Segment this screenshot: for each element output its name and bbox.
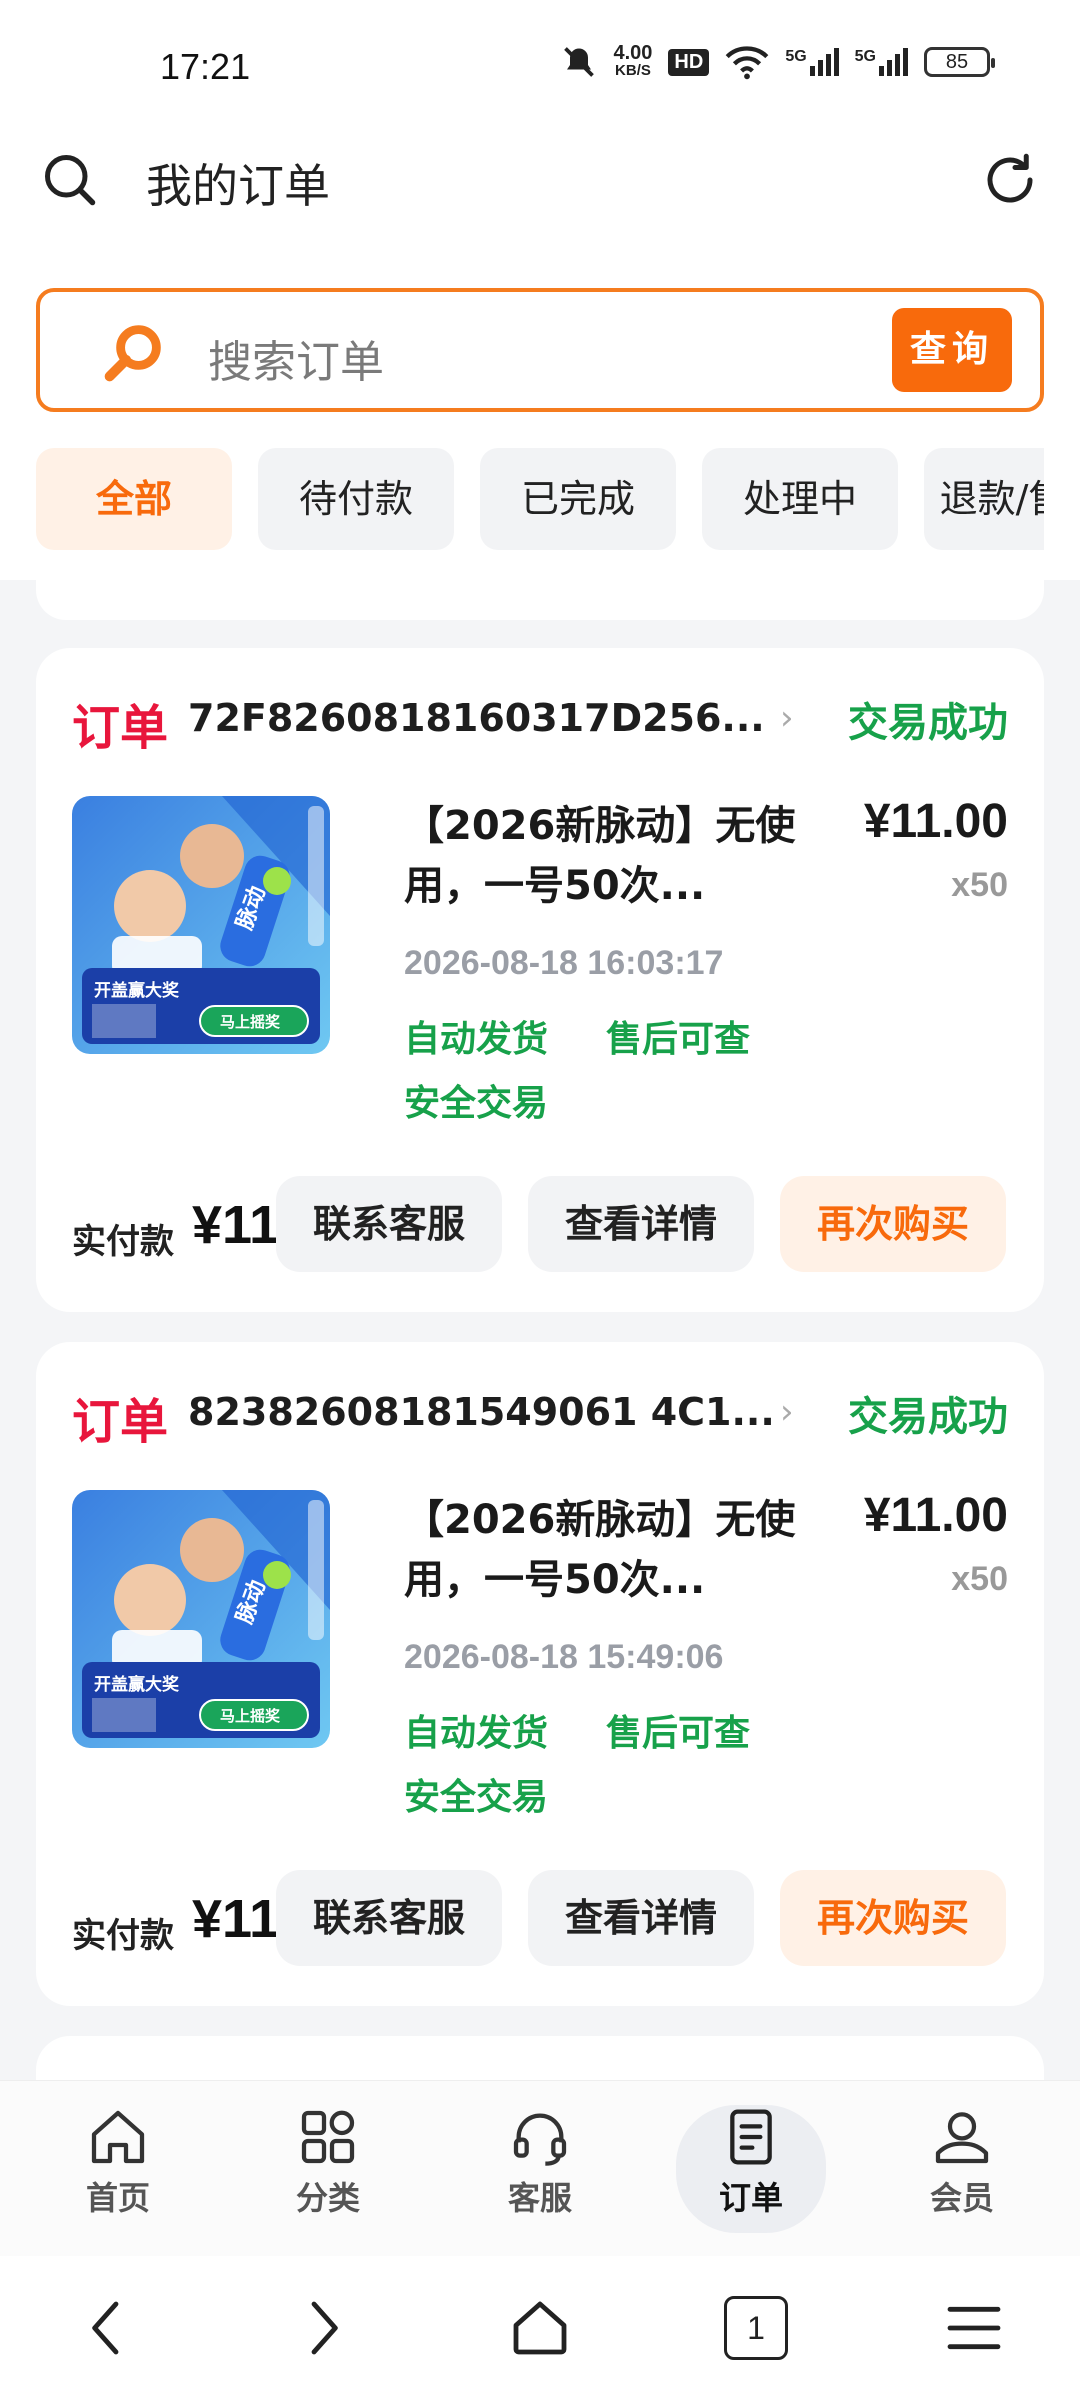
tag-auto-delivery: 自动发货 [404,1713,549,1754]
chevron-right-icon[interactable]: › [780,1392,794,1432]
grid-icon [301,2110,355,2164]
nav-member-label: 会员 [929,2179,994,2217]
view-detail-button[interactable]: 查看详情 [528,1870,754,1966]
paid-label: 实付款 [72,1916,174,1956]
paid-amount: ¥11 [192,1195,280,1255]
battery-indicator: 85 [924,47,995,77]
product-image: 开盖赢大奖 马上摇奖 脉动 [72,1490,330,1748]
tab-refund[interactable]: 退款/售后 [924,448,1044,550]
order-list: 订单 72F8260818160317D256... › 交易成功 开盖赢大奖 [0,580,1080,2080]
tag-auto-delivery: 自动发货 [404,1019,549,1060]
nav-member[interactable]: 会员 [892,2105,1032,2233]
tag-after-sales: 售后可查 [606,1713,751,1754]
mute-bell-icon [564,47,595,77]
query-button[interactable]: 查询 [892,308,1012,392]
search-icon [45,155,96,206]
order-status: 交易成功 [848,700,1008,746]
refresh-button[interactable] [980,150,1040,210]
hd-badge: HD [668,48,710,76]
tab-pending-payment[interactable]: 待付款 [258,448,454,550]
nav-orders-label: 订单 [718,2179,783,2217]
order-time: 2026-08-18 15:49:06 [404,1638,724,1676]
order-list-icon [730,2109,772,2165]
header-search-button[interactable] [40,150,100,210]
tag-after-sales: 售后可查 [606,1019,751,1060]
order-label: 订单 [72,700,169,756]
order-tabs-bar: 全部 待付款 已完成 处理中 退款/售后 [0,420,1080,580]
bottom-nav: 首页 分类 客服 订单 会员 [0,2080,1080,2256]
paid-amount: ¥11 [192,1889,280,1949]
order-number: 82382608181549061 4C1... [188,1390,775,1434]
previous-order-card [36,580,1044,620]
thumb-cta-text: 马上摇奖 [220,1707,281,1725]
back-icon[interactable] [76,2296,140,2360]
buy-again-button[interactable]: 再次购买 [780,1870,1006,1966]
tabs-count-button[interactable]: 1 [724,2296,788,2360]
tab-completed[interactable]: 已完成 [480,448,676,550]
nav-category-label: 分类 [295,2179,360,2217]
product-quantity: x50 [951,866,1008,904]
product-price: ¥11.00 [863,795,1008,848]
tab-processing[interactable]: 处理中 [702,448,898,550]
thumb-banner-text: 开盖赢大奖 [94,980,180,1001]
tag-secure-trade: 安全交易 [404,1083,549,1124]
net-speed: 4.00 KB/S [613,42,653,79]
nav-category[interactable]: 分类 [258,2105,398,2233]
paid-label: 实付款 [72,1222,174,1262]
order-card[interactable]: 订单 72F8260818160317D256... › 交易成功 开盖赢大奖 [36,648,1044,1312]
system-nav-bar: 1 [0,2256,1080,2400]
nav-home-label: 首页 [85,2179,150,2217]
product-price: ¥11.00 [863,1489,1008,1542]
next-order-card [36,2036,1044,2080]
nav-orders[interactable]: 订单 [676,2105,826,2233]
order-tabs: 全部 待付款 已完成 处理中 退款/售后 [36,448,1044,550]
product-thumbnail[interactable]: 开盖赢大奖 马上摇奖 脉动 [72,1490,330,1748]
user-icon [935,2112,989,2164]
tag-secure-trade: 安全交易 [404,1777,549,1818]
nav-home[interactable]: 首页 [48,2105,188,2233]
contact-service-button[interactable]: 联系客服 [276,1870,502,1966]
search-bar-wrap: 搜索订单 查询 [0,270,1080,420]
headset-icon [513,2113,567,2166]
page-title: 我的订单 [146,159,330,213]
nav-service[interactable]: 客服 [470,2105,610,2233]
order-card[interactable]: 订单 82382608181549061 4C1... › 交易成功 开盖赢大奖 [36,1342,1044,2006]
status-icons: 4.00 KB/S HD 5G 5G 85 [561,42,995,80]
forward-icon[interactable] [290,2296,354,2360]
buy-again-button[interactable]: 再次购买 [780,1176,1006,1272]
signal-5g-1: 5G [785,48,839,76]
product-thumbnail[interactable]: 开盖赢大奖 马上摇奖 脉动 [72,796,330,1054]
wifi-icon [725,46,769,80]
menu-icon[interactable] [942,2296,1006,2360]
order-status: 交易成功 [848,1394,1008,1440]
tab-all[interactable]: 全部 [36,448,232,550]
view-detail-button[interactable]: 查看详情 [528,1176,754,1272]
product-name[interactable]: 【2026新脉动】无使用，一号50次... [404,1490,804,1610]
thumb-banner-text: 开盖赢大奖 [94,1674,180,1695]
contact-service-button[interactable]: 联系客服 [276,1176,502,1272]
nav-service-label: 客服 [507,2179,572,2217]
clock: 17:21 [160,46,251,87]
order-time: 2026-08-18 16:03:17 [404,944,724,982]
chevron-right-icon[interactable]: › [780,698,794,738]
search-placeholder: 搜索订单 [208,337,384,388]
status-bar: 17:21 4.00 KB/S HD 5G 5G 85 [0,0,1080,120]
product-image: 开盖赢大奖 马上摇奖 脉动 [72,796,330,1054]
order-number: 72F8260818160317D256... [188,696,765,740]
search-orange-icon [104,325,161,382]
signal-5g-2: 5G [855,48,908,76]
order-search-input[interactable]: 搜索订单 查询 [36,288,1044,412]
product-name[interactable]: 【2026新脉动】无使用，一号50次... [404,796,804,916]
home-icon [91,2110,145,2164]
product-quantity: x50 [951,1560,1008,1598]
thumb-cta-text: 马上摇奖 [220,1013,281,1031]
home-nav-icon[interactable] [508,2296,572,2360]
order-label: 订单 [72,1394,169,1450]
refresh-icon [987,153,1033,203]
page-header: 我的订单 [0,120,1080,270]
